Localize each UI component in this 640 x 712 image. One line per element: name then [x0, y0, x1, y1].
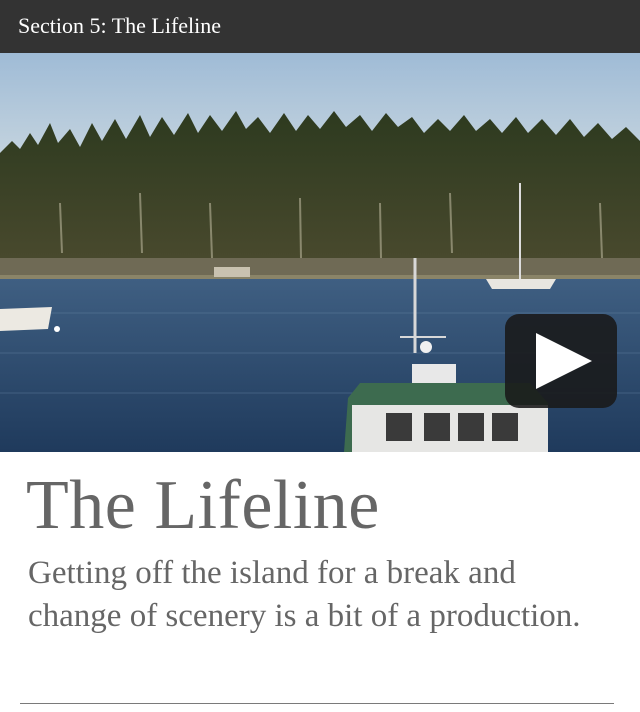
article-dek: Getting off the island for a break and c… [28, 555, 581, 634]
article-headline: The Lifeline [26, 467, 380, 544]
video-player[interactable] [0, 53, 640, 452]
section-header: Section 5: The Lifeline [0, 0, 640, 53]
play-icon [536, 333, 592, 389]
play-button[interactable] [505, 314, 617, 408]
divider [20, 703, 614, 704]
section-title: Section 5: The Lifeline [18, 13, 222, 38]
